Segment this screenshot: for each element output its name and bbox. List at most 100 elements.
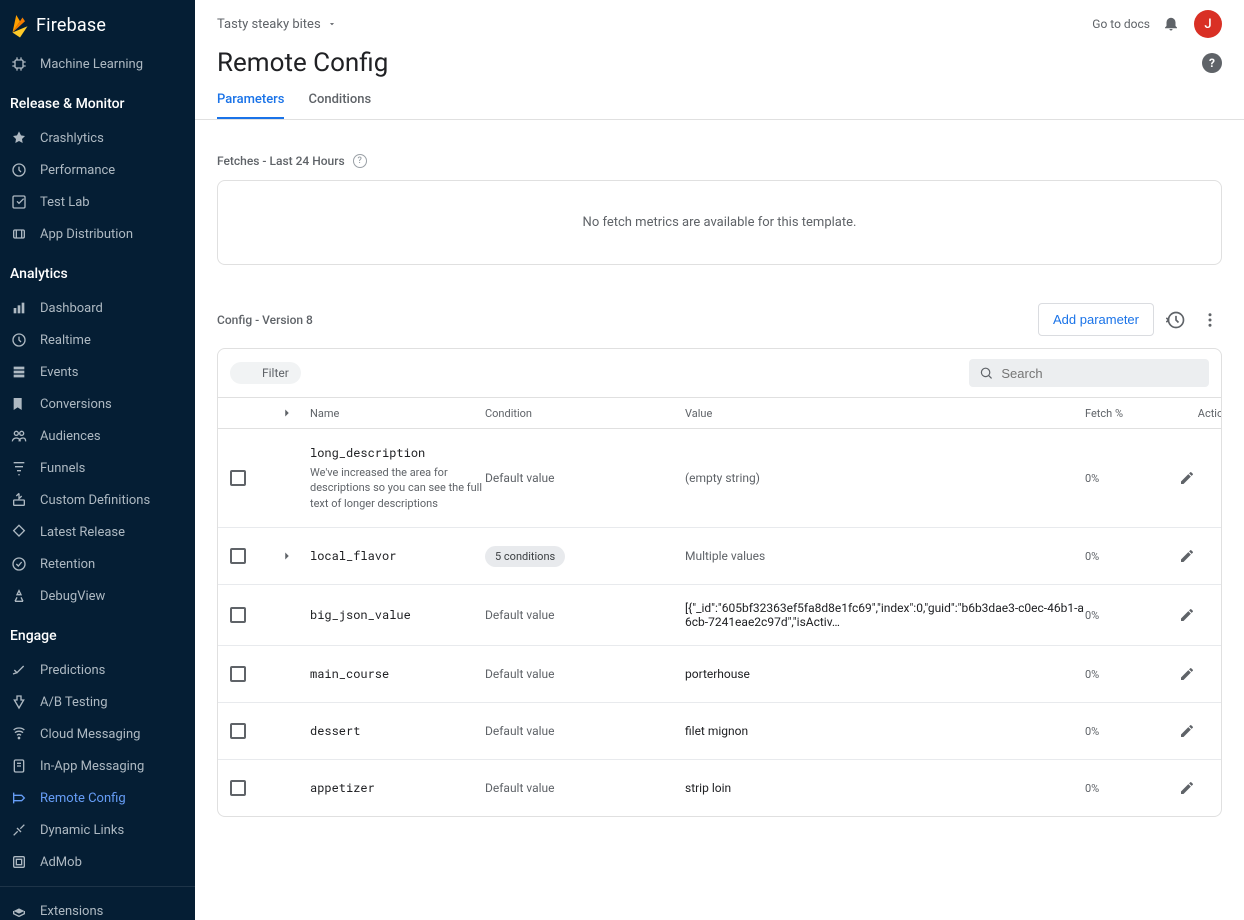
fetches-label: Fetches - Last 24 Hours ? bbox=[217, 154, 1222, 168]
metrics-card: No fetch metrics are available for this … bbox=[217, 180, 1222, 265]
nav-icon bbox=[10, 363, 28, 381]
search-input[interactable] bbox=[1001, 366, 1199, 381]
sidebar-item-in-app-messaging[interactable]: In-App Messaging bbox=[0, 750, 195, 782]
expand-all-toggle[interactable] bbox=[280, 406, 310, 420]
edit-button[interactable] bbox=[1175, 544, 1199, 568]
config-actions: Add parameter bbox=[1038, 303, 1222, 336]
sidebar-item-label: Dynamic Links bbox=[40, 823, 124, 838]
fetch-percent: 0% bbox=[1085, 609, 1155, 622]
sidebar-item-a-b-testing[interactable]: A/B Testing bbox=[0, 686, 195, 718]
nav-icon bbox=[10, 193, 28, 211]
row-more-button[interactable] bbox=[1211, 776, 1222, 800]
nav-icon bbox=[10, 299, 28, 317]
sidebar-item-test-lab[interactable]: Test Lab bbox=[0, 186, 195, 218]
sidebar-item-label: Crashlytics bbox=[40, 131, 104, 146]
nav-icon bbox=[10, 491, 28, 509]
nav-icon bbox=[10, 587, 28, 605]
sidebar-item-app-distribution[interactable]: App Distribution bbox=[0, 218, 195, 250]
row-checkbox[interactable] bbox=[230, 548, 246, 564]
row-more-button[interactable] bbox=[1211, 466, 1222, 490]
param-name: dessert bbox=[310, 723, 485, 739]
more-button[interactable] bbox=[1198, 308, 1222, 332]
sidebar-item-realtime[interactable]: Realtime bbox=[0, 324, 195, 356]
firebase-logo[interactable]: Firebase bbox=[10, 12, 106, 38]
sidebar-item-performance[interactable]: Performance bbox=[0, 154, 195, 186]
row-more-button[interactable] bbox=[1211, 544, 1222, 568]
sidebar-item-retention[interactable]: Retention bbox=[0, 548, 195, 580]
filter-button[interactable]: Filter bbox=[230, 362, 301, 384]
nav-icon bbox=[10, 161, 28, 179]
notifications-button[interactable] bbox=[1162, 14, 1182, 34]
add-parameter-button[interactable]: Add parameter bbox=[1038, 303, 1154, 336]
filter-icon bbox=[242, 366, 256, 380]
param-name: local_flavor bbox=[310, 548, 485, 564]
sidebar-item-extensions[interactable]: Extensions bbox=[0, 895, 195, 920]
edit-button[interactable] bbox=[1175, 776, 1199, 800]
row-more-button[interactable] bbox=[1211, 719, 1222, 743]
tab-conditions[interactable]: Conditions bbox=[308, 92, 371, 119]
row-more-button[interactable] bbox=[1211, 603, 1222, 627]
info-icon[interactable]: ? bbox=[353, 154, 367, 168]
sidebar-section-engage: Engage bbox=[0, 612, 195, 654]
help-button[interactable]: ? bbox=[1202, 53, 1222, 73]
expand-row-toggle[interactable] bbox=[280, 549, 310, 563]
edit-button[interactable] bbox=[1175, 466, 1199, 490]
project-selector[interactable]: Tasty steaky bites bbox=[217, 17, 337, 32]
edit-button[interactable] bbox=[1175, 662, 1199, 686]
sidebar-item-conversions[interactable]: Conversions bbox=[0, 388, 195, 420]
col-name: Name bbox=[310, 407, 485, 420]
sidebar-item-debugview[interactable]: DebugView bbox=[0, 580, 195, 612]
sidebar-item-machine-learning[interactable]: Machine Learning bbox=[0, 48, 195, 80]
row-checkbox[interactable] bbox=[230, 666, 246, 682]
history-button[interactable] bbox=[1164, 308, 1188, 332]
sidebar-item-label: Extensions bbox=[40, 904, 103, 919]
sidebar-item-label: Audiences bbox=[40, 429, 101, 444]
col-fetch: Fetch % bbox=[1085, 407, 1155, 420]
sidebar-item-custom-definitions[interactable]: Custom Definitions bbox=[0, 484, 195, 516]
row-checkbox[interactable] bbox=[230, 470, 246, 486]
sidebar-item-cloud-messaging[interactable]: Cloud Messaging bbox=[0, 718, 195, 750]
search-box[interactable] bbox=[969, 359, 1209, 387]
param-value: Multiple values bbox=[685, 549, 1085, 563]
nav-icon bbox=[10, 661, 28, 679]
avatar[interactable]: J bbox=[1194, 10, 1222, 38]
table-row: big_json_valueDefault value[{"_id":"605b… bbox=[218, 585, 1221, 646]
sidebar-item-events[interactable]: Events bbox=[0, 356, 195, 388]
brand-text: Firebase bbox=[36, 15, 106, 36]
sidebar-item-label: Retention bbox=[40, 557, 95, 572]
sidebar-item-crashlytics[interactable]: Crashlytics bbox=[0, 122, 195, 154]
go-to-docs-link[interactable]: Go to docs bbox=[1092, 17, 1150, 31]
sidebar-item-label: Events bbox=[40, 365, 78, 380]
sidebar-item-label: App Distribution bbox=[40, 227, 133, 242]
sidebar-item-audiences[interactable]: Audiences bbox=[0, 420, 195, 452]
nav-icon bbox=[10, 129, 28, 147]
chip-icon bbox=[10, 55, 28, 73]
table-row: appetizerDefault valuestrip loin0% bbox=[218, 760, 1221, 816]
edit-button[interactable] bbox=[1175, 603, 1199, 627]
param-name: appetizer bbox=[310, 780, 485, 796]
param-value: strip loin bbox=[685, 781, 1085, 795]
sidebar-item-label: Latest Release bbox=[40, 525, 125, 540]
sidebar-item-funnels[interactable]: Funnels bbox=[0, 452, 195, 484]
sidebar-item-latest-release[interactable]: Latest Release bbox=[0, 516, 195, 548]
sidebar-item-predictions[interactable]: Predictions bbox=[0, 654, 195, 686]
fetch-percent: 0% bbox=[1085, 725, 1155, 738]
tab-parameters[interactable]: Parameters bbox=[217, 92, 284, 119]
row-checkbox[interactable] bbox=[230, 723, 246, 739]
chevron-down-icon bbox=[327, 19, 337, 29]
row-checkbox[interactable] bbox=[230, 780, 246, 796]
row-checkbox[interactable] bbox=[230, 607, 246, 623]
sidebar-item-admob[interactable]: AdMob bbox=[0, 846, 195, 878]
edit-button[interactable] bbox=[1175, 719, 1199, 743]
nav-icon bbox=[10, 821, 28, 839]
row-more-button[interactable] bbox=[1211, 662, 1222, 686]
nav-icon bbox=[10, 395, 28, 413]
sidebar-item-dynamic-links[interactable]: Dynamic Links bbox=[0, 814, 195, 846]
table-toolbar: Filter bbox=[218, 349, 1221, 397]
sidebar-item-dashboard[interactable]: Dashboard bbox=[0, 292, 195, 324]
project-name: Tasty steaky bites bbox=[217, 17, 321, 32]
page-title: Remote Config bbox=[217, 48, 388, 78]
fetch-percent: 0% bbox=[1085, 668, 1155, 681]
sidebar-item-remote-config[interactable]: Remote Config bbox=[0, 782, 195, 814]
sidebar-item-label: Realtime bbox=[40, 333, 91, 348]
